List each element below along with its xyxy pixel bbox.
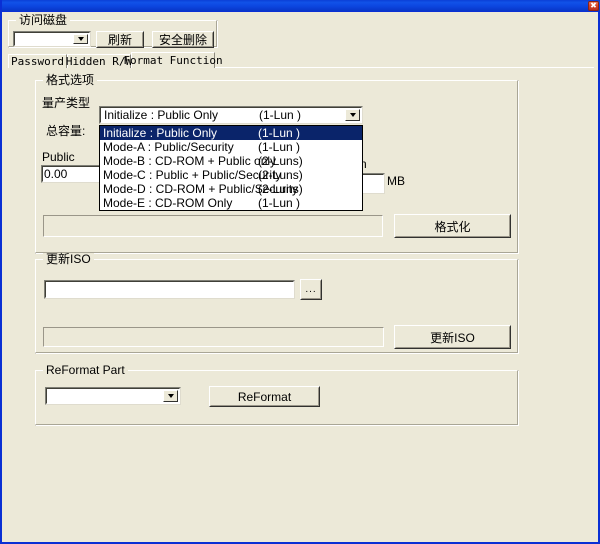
access-disk-group-title: 访问磁盘 [16, 14, 71, 27]
dropdown-option-mode-d[interactable]: Mode-D : CD-ROM + Public/Security (2-Lun… [100, 182, 362, 196]
close-icon[interactable]: ✖ [588, 1, 599, 11]
production-type-selected-luns: (1-Lun ) [259, 108, 302, 122]
title-bar[interactable]: ✖ [2, 0, 600, 12]
tab-format-function[interactable]: Format Function [123, 52, 223, 68]
format-button[interactable]: 格式化 [394, 214, 511, 238]
browse-iso-button[interactable]: ... [300, 279, 322, 300]
iso-progress-bar [43, 327, 384, 347]
dropdown-option-name: Initialize : Public Only [103, 126, 218, 140]
public-label: Public [42, 150, 75, 164]
production-type-selected-name: Initialize : Public Only [104, 108, 219, 122]
tab-format-function-label: Format Function [123, 54, 223, 67]
application-window: ✖ 访问磁盘 刷新 安全删除 Password Hidden R/W Forma… [0, 0, 600, 544]
tab-hidden-rw[interactable]: Hidden R/W [65, 54, 133, 68]
public-size-input[interactable]: 0.00 [41, 165, 101, 183]
production-type-dropdown-list[interactable]: Initialize : Public Only (1-Lun ) Mode-A… [99, 125, 363, 211]
format-button-label: 格式化 [434, 219, 471, 234]
reformat-part-group-title: ReFormat Part [43, 364, 128, 377]
update-iso-group-title: 更新ISO [43, 253, 94, 266]
tab-password-label: Password [11, 55, 64, 68]
dropdown-option-name: Mode-A : Public/Security [103, 140, 234, 154]
update-iso-button[interactable]: 更新ISO [394, 325, 511, 349]
drive-select[interactable] [13, 31, 91, 47]
reformat-part-chevron-down-icon[interactable] [163, 390, 178, 402]
tab-password[interactable]: Password [8, 54, 67, 68]
format-options-group-title: 格式选项 [43, 74, 98, 87]
dropdown-option-name: Mode-B : CD-ROM + Public only [103, 154, 277, 168]
unit-label-mb: MB [387, 174, 405, 188]
production-type-label: 量产类型 [42, 96, 91, 110]
dropdown-option-initialize-public-only[interactable]: Initialize : Public Only (1-Lun ) [100, 126, 362, 140]
reformat-button[interactable]: ReFormat [209, 386, 320, 407]
dropdown-option-luns: (1-Lun ) [258, 126, 301, 140]
tab-strip: Password Hidden R/W Format Function [8, 52, 594, 68]
total-capacity-label: 总容量: [46, 124, 86, 138]
drive-select-chevron-down-icon[interactable] [73, 34, 88, 44]
public-size-value: 0.00 [44, 167, 68, 181]
dropdown-option-mode-b[interactable]: Mode-B : CD-ROM + Public only (2-Luns) [100, 154, 362, 168]
refresh-button-label: 刷新 [107, 33, 132, 47]
reformat-part-select[interactable] [45, 387, 181, 405]
safe-remove-button[interactable]: 安全删除 [152, 31, 214, 48]
occluded-size-input[interactable] [361, 173, 385, 194]
drive-select-value [18, 32, 70, 46]
safe-remove-button-label: 安全删除 [158, 33, 207, 47]
production-type-select[interactable]: Initialize : Public Only (1-Lun ) [99, 106, 363, 124]
iso-path-input[interactable] [44, 280, 295, 299]
refresh-button[interactable]: 刷新 [96, 31, 144, 48]
dropdown-option-name: Mode-C : Public + Public/Security [103, 168, 282, 182]
reformat-button-label: ReFormat [237, 389, 292, 404]
dropdown-option-luns: (2-Luns) [258, 154, 303, 168]
browse-iso-button-label: ... [305, 283, 317, 295]
dropdown-option-luns: (1-Lun ) [258, 140, 301, 154]
dropdown-option-mode-e[interactable]: Mode-E : CD-ROM Only (1-Lun ) [100, 196, 362, 210]
dropdown-option-luns: (2-Luns) [258, 182, 303, 196]
dropdown-option-luns: (1-Lun ) [258, 196, 301, 210]
production-type-chevron-down-icon[interactable] [345, 109, 360, 121]
dropdown-option-luns: (2-Luns) [258, 168, 303, 182]
dropdown-option-mode-c[interactable]: Mode-C : Public + Public/Security (2-Lun… [100, 168, 362, 182]
client-area: 访问磁盘 刷新 安全删除 Password Hidden R/W Format … [4, 12, 598, 540]
reformat-part-value [50, 388, 160, 404]
format-progress-bar [43, 215, 383, 237]
update-iso-button-label: 更新ISO [430, 330, 475, 345]
dropdown-option-name: Mode-E : CD-ROM Only [103, 196, 233, 210]
dropdown-option-mode-a[interactable]: Mode-A : Public/Security (1-Lun ) [100, 140, 362, 154]
tab-hidden-rw-label: Hidden R/W [65, 55, 133, 68]
